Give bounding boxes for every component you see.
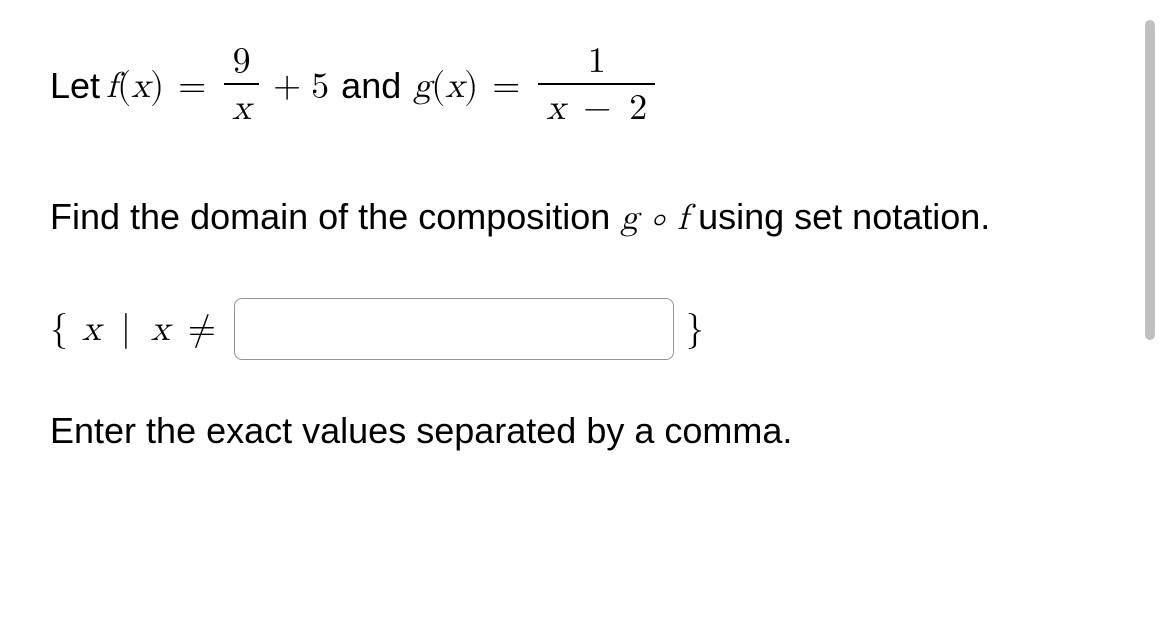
brace-open: { [50, 311, 68, 347]
and-word: and [335, 63, 407, 110]
answer-input[interactable] [234, 298, 674, 360]
g-var: x [445, 68, 464, 104]
composition-symbol: g ∘ f [620, 200, 688, 236]
g-denominator: x − 2 [538, 85, 655, 132]
f-const: 5 [311, 63, 329, 110]
equals-1: = [170, 63, 214, 110]
hint-text: Enter the exact values separated by a co… [50, 410, 1075, 452]
f-fraction: 9 x [224, 40, 259, 132]
g-den-op: − [577, 90, 617, 126]
close-paren: ) [150, 68, 164, 104]
instruction-part2: using set notation. [688, 196, 990, 237]
plus: + [269, 63, 305, 110]
close-paren-2: ) [464, 68, 478, 104]
set-x1: x [80, 311, 101, 347]
g-den-x: x [546, 90, 565, 126]
instruction-text: Find the domain of the composition g ∘ f… [50, 192, 1075, 243]
g-numerator: 1 [538, 40, 655, 85]
let-word: Let [50, 63, 100, 110]
open-paren: ( [117, 68, 131, 104]
set-x2: x [151, 311, 170, 347]
f-numerator: 9 [224, 40, 259, 85]
f-var: x [131, 68, 150, 104]
instruction-part1: Find the domain of the composition [50, 196, 620, 237]
set-bar: ∣ [113, 311, 139, 347]
g-den-const: 2 [629, 90, 647, 126]
f-denominator: x [224, 85, 259, 132]
equals-2: = [484, 63, 528, 110]
g-fraction: 1 x − 2 [538, 40, 655, 132]
answer-row: { x ∣ x ≠ } [50, 298, 1075, 360]
scrollbar-thumb[interactable] [1145, 20, 1155, 340]
brace-close: } [686, 308, 704, 351]
set-prefix: { x ∣ x ≠ [50, 308, 222, 351]
f-name: f [106, 68, 117, 104]
neq-symbol: ≠ [182, 311, 222, 347]
g-name: g [413, 68, 431, 104]
function-definitions: Let f(x) = 9 x + 5 and g(x) = 1 x − 2 [50, 40, 1075, 132]
open-paren-2: ( [431, 68, 445, 104]
